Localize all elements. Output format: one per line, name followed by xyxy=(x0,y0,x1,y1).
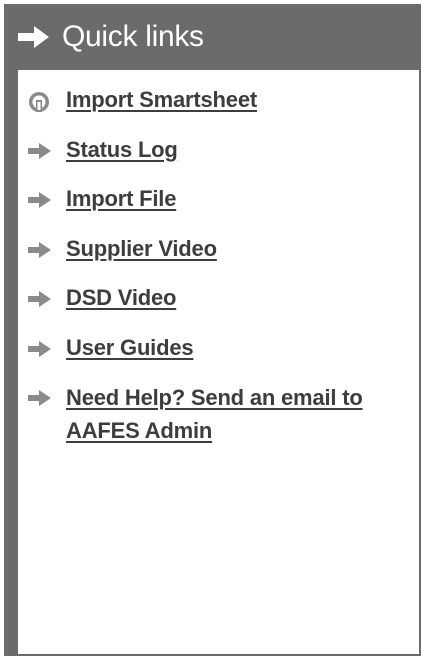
arrow-right-icon xyxy=(26,189,54,211)
quick-links-panel: Quick links Import Smartsheet Status Log xyxy=(4,4,421,656)
list-item: DSD Video xyxy=(26,282,409,314)
arrow-right-icon xyxy=(26,288,54,310)
arrow-right-icon xyxy=(26,387,54,409)
link-status-log[interactable]: Status Log xyxy=(66,134,178,166)
link-supplier-video[interactable]: Supplier Video xyxy=(66,233,217,265)
list-item: User Guides xyxy=(26,332,409,364)
link-user-guides[interactable]: User Guides xyxy=(66,332,194,364)
arrow-right-icon xyxy=(26,239,54,261)
list-item: Supplier Video xyxy=(26,233,409,265)
gauge-icon xyxy=(26,90,54,112)
link-import-smartsheet[interactable]: Import Smartsheet xyxy=(66,84,257,116)
link-need-help-email-admin[interactable]: Need Help? Send an email to AAFES Admin xyxy=(66,381,396,447)
arrow-right-icon xyxy=(16,23,52,51)
link-dsd-video[interactable]: DSD Video xyxy=(66,282,176,314)
quick-links-list: Import Smartsheet Status Log Import File xyxy=(26,84,409,465)
arrow-right-icon xyxy=(26,338,54,360)
arrow-right-icon xyxy=(26,140,54,162)
list-item: Need Help? Send an email to AAFES Admin xyxy=(26,381,409,447)
panel-header: Quick links xyxy=(4,4,421,70)
link-import-file[interactable]: Import File xyxy=(66,183,176,215)
list-item: Status Log xyxy=(26,134,409,166)
panel-title: Quick links xyxy=(62,20,204,53)
list-item: Import Smartsheet xyxy=(26,84,409,116)
list-item: Import File xyxy=(26,183,409,215)
